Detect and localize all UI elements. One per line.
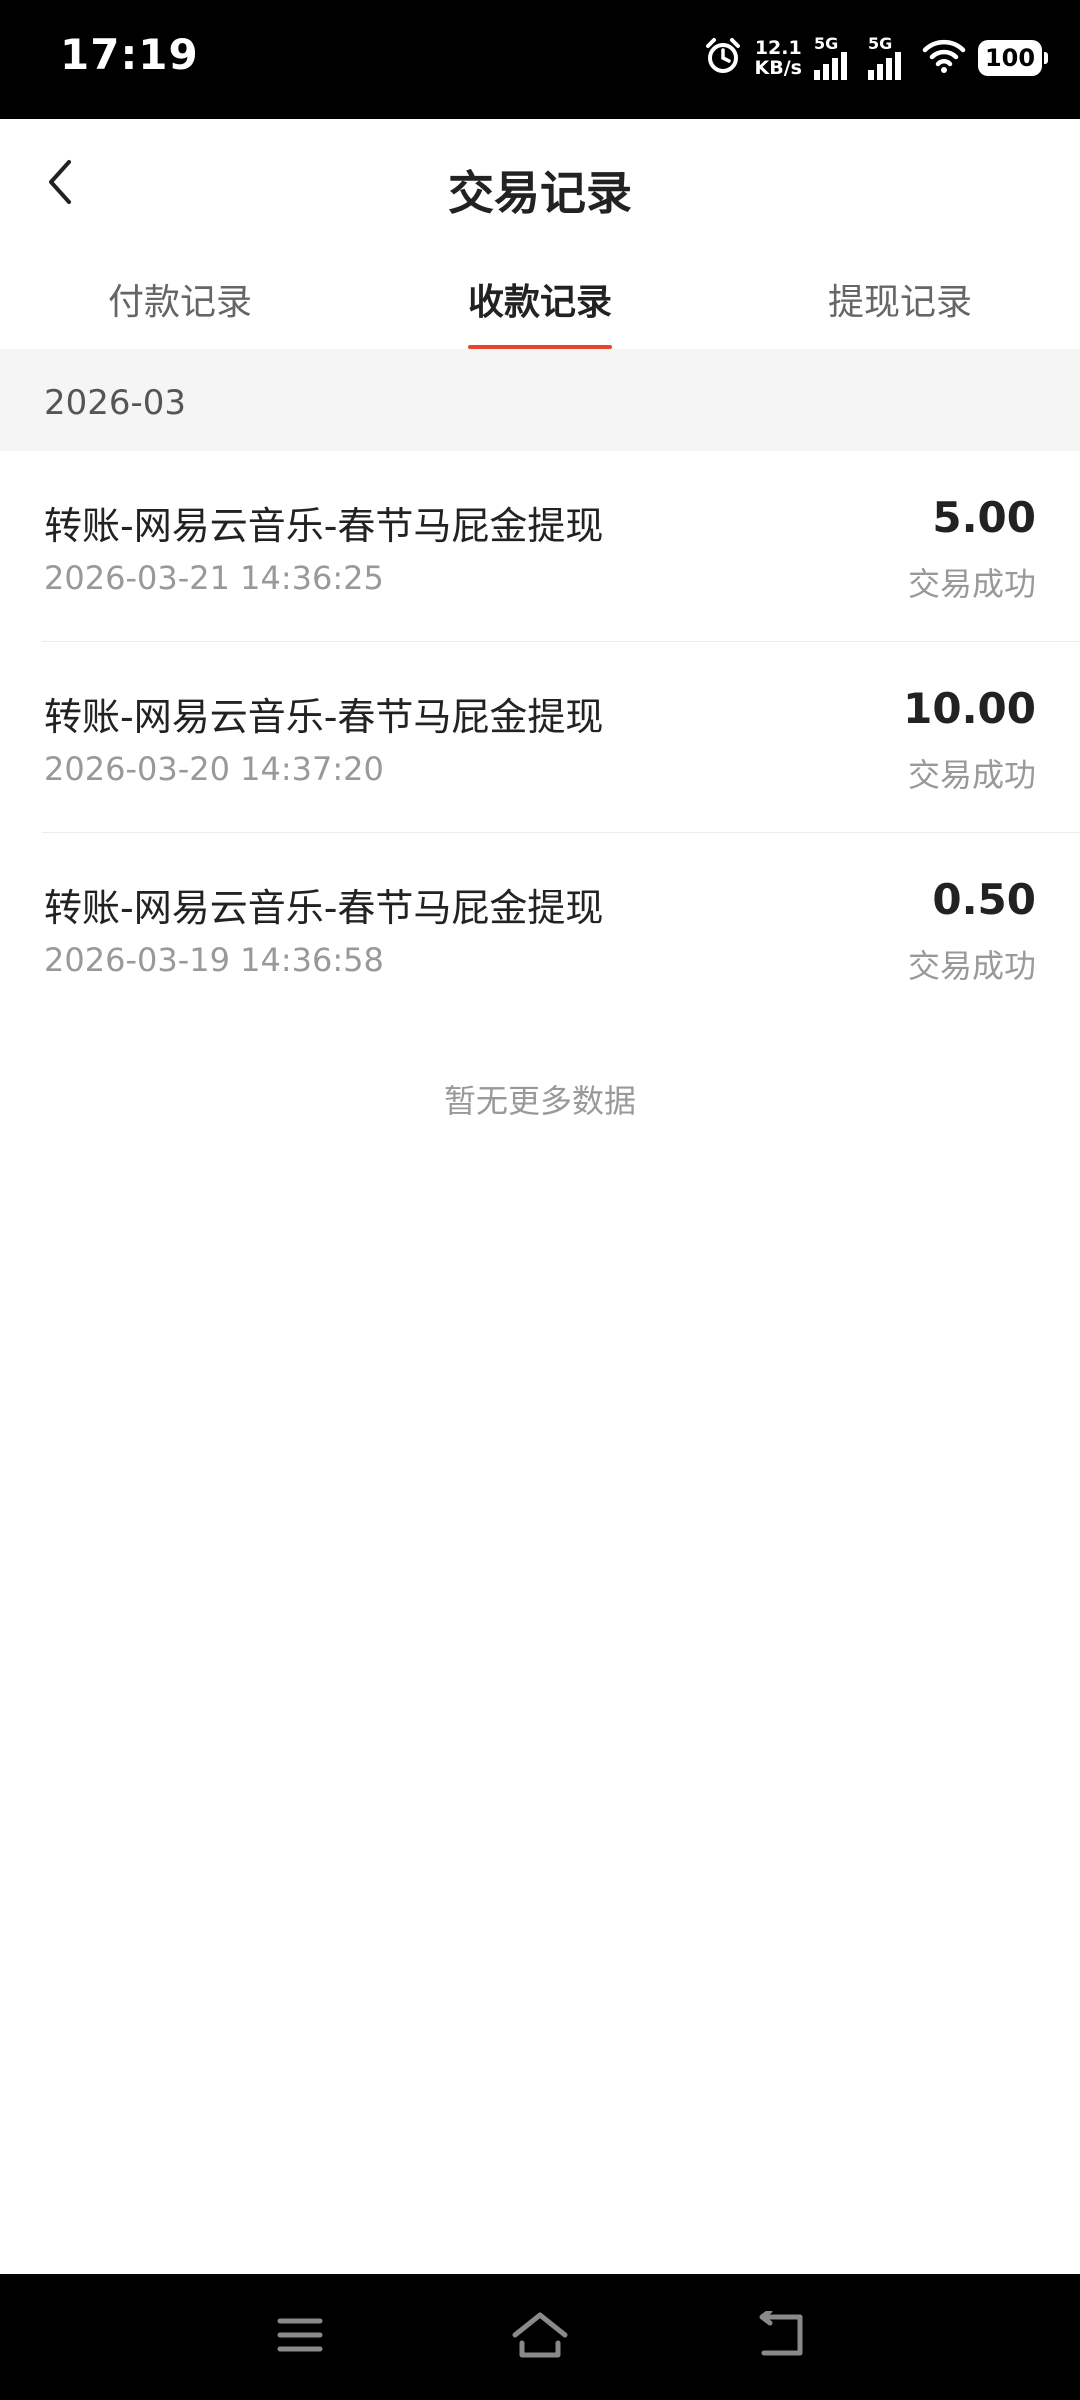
alarm-icon: [703, 36, 743, 80]
status-time: 17:19: [60, 30, 199, 79]
tab-receipt-records[interactable]: 收款记录: [360, 247, 720, 349]
signal-label: 5G: [868, 34, 893, 53]
no-more-data-text: 暂无更多数据: [443, 1082, 636, 1120]
header: 交易记录: [0, 119, 1080, 247]
transaction-amount: 0.50: [932, 875, 1036, 924]
page-title: 交易记录: [448, 166, 632, 220]
transaction-row[interactable]: 转账-网易云音乐-春节马屁金提现 2026-03-20 14:37:20 10.…: [42, 642, 1080, 833]
network-speed: 12.1 KB/s: [755, 38, 802, 78]
transaction-status: 交易成功: [907, 947, 1036, 985]
transaction-time: 2026-03-21 14:36:25: [44, 559, 384, 597]
signal-icon: 5G: [814, 34, 856, 82]
transaction-status: 交易成功: [907, 565, 1036, 603]
home-icon: [510, 2311, 570, 2363]
signal-label: 5G: [814, 34, 839, 53]
back-nav-button[interactable]: [750, 2308, 810, 2364]
tab-bar: 付款记录 收款记录 提现记录: [0, 247, 1080, 349]
status-bar: 17:19 12.1 KB/s 5G 5G 100: [0, 0, 1080, 119]
month-label: 2026-03: [44, 383, 187, 423]
transaction-row[interactable]: 转账-网易云音乐-春节马屁金提现 2026-03-19 14:36:58 0.5…: [42, 833, 1080, 1024]
transaction-row[interactable]: 转账-网易云音乐-春节马屁金提现 2026-03-21 14:36:25 5.0…: [42, 451, 1080, 642]
transaction-status: 交易成功: [907, 756, 1036, 794]
status-icons: 12.1 KB/s 5G 5G 100: [703, 32, 1048, 84]
transaction-time: 2026-03-19 14:36:58: [44, 941, 384, 979]
network-speed-unit: KB/s: [754, 57, 802, 79]
tab-withdrawal-records[interactable]: 提现记录: [720, 247, 1080, 349]
transaction-amount: 5.00: [932, 493, 1036, 542]
tab-label: 提现记录: [827, 282, 972, 323]
tab-label: 付款记录: [107, 282, 252, 323]
signal-icon: 5G: [868, 34, 910, 82]
month-header: 2026-03: [0, 349, 1080, 451]
tab-payment-records[interactable]: 付款记录: [0, 247, 360, 349]
transaction-description: 转账-网易云音乐-春节马屁金提现: [44, 504, 604, 548]
wifi-icon: [922, 38, 966, 78]
transaction-description: 转账-网易云音乐-春节马屁金提现: [44, 886, 604, 930]
transaction-description: 转账-网易云音乐-春节马屁金提现: [44, 695, 604, 739]
navigation-bar: [0, 2274, 1080, 2400]
back-icon: [754, 2308, 806, 2363]
tab-label: 收款记录: [467, 282, 612, 323]
transaction-time: 2026-03-20 14:37:20: [44, 750, 384, 788]
transaction-amount: 10.00: [903, 684, 1036, 733]
menu-button[interactable]: [270, 2310, 330, 2364]
transaction-list: 转账-网易云音乐-春节马屁金提现 2026-03-21 14:36:25 5.0…: [0, 451, 1080, 1024]
battery-icon: 100: [978, 40, 1048, 76]
network-speed-value: 12.1: [754, 37, 802, 59]
menu-icon: [276, 2315, 324, 2359]
home-button[interactable]: [510, 2310, 570, 2364]
